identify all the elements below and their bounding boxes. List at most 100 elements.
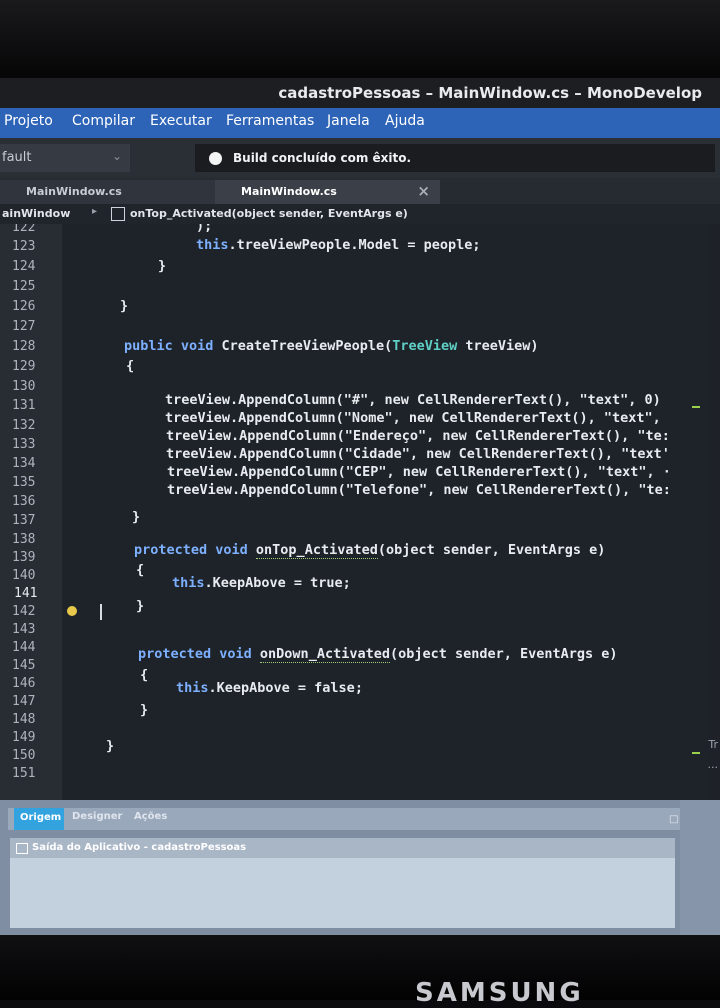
window-title: cadastroPessoas – MainWindow.cs – MonoDe…: [278, 84, 702, 102]
line-number: 127: [12, 319, 36, 334]
menu-ferramentas[interactable]: Ferramentas: [226, 113, 314, 129]
line-number: 122: [12, 224, 36, 235]
overview-marker: [692, 406, 700, 408]
line-number: 142: [12, 604, 36, 619]
line-number: 151: [12, 766, 36, 781]
line-number: 137: [12, 513, 36, 528]
chevron-down-icon: ⌄: [111, 149, 122, 163]
code-line-136: treeView.AppendColumn("Telefone", new Ce…: [167, 482, 671, 498]
monitor-bezel-top: [0, 0, 720, 80]
build-config-value: fault: [2, 150, 32, 165]
tab-label: MainWindow.cs: [241, 185, 337, 198]
code-text: (object sender, EventArgs e): [377, 542, 606, 558]
tab-label: MainWindow.cs: [26, 185, 122, 198]
build-status-text: Build concluído com êxito.: [233, 151, 412, 165]
line-number: 135: [12, 475, 36, 490]
code-line-135: treeView.AppendColumn("CEP", new CellRen…: [167, 464, 671, 480]
method-name: onTop_Activated: [255, 542, 378, 559]
line-number: 149: [12, 730, 36, 745]
code-text: (object sender, EventArgs e): [389, 646, 618, 662]
code-text: .treeViewPeople.Model = people;: [228, 237, 481, 253]
method-name: onDown_Activated: [259, 646, 390, 663]
menu-janela[interactable]: Janela: [327, 113, 370, 129]
keyword-this: this: [172, 575, 205, 591]
monitor-bezel-bottom: [0, 935, 720, 1000]
line-number: 125: [12, 279, 36, 294]
line-number: 130: [12, 379, 36, 394]
keyword-protected-void: protected void: [138, 646, 260, 662]
breadcrumb-method[interactable]: onTop_Activated(object sender, EventArgs…: [130, 207, 408, 220]
code-line-146: {: [140, 667, 149, 683]
menu-ajuda[interactable]: Ajuda: [385, 113, 425, 129]
code-text: .KeepAbove = true;: [204, 575, 351, 591]
method-icon: [111, 207, 125, 221]
code-line-128: public void CreateTreeViewPeople(TreeVie…: [124, 338, 539, 354]
status-dot-icon: [209, 152, 222, 165]
code-line-126: }: [120, 298, 129, 314]
code-line-134: treeView.AppendColumn("Cidade", new Cell…: [166, 446, 670, 462]
tab-origem[interactable]: Origem: [14, 808, 64, 830]
menu-compilar[interactable]: Compilar: [72, 113, 135, 129]
tab-label: Origem: [20, 812, 62, 823]
lightbulb-icon[interactable]: [67, 606, 77, 616]
line-number: 128: [12, 339, 36, 354]
line-number-gutter: 122 123 124 125 126 127 128 129 130 131 …: [0, 224, 62, 800]
output-pad-body[interactable]: [10, 858, 675, 928]
editor-mode-tabs: Origem Designer Ações: [8, 808, 698, 830]
code-line-123: this.treeViewPeople.Model = people;: [196, 237, 480, 253]
tab-mainwindow-1[interactable]: MainWindow.cs: [0, 180, 215, 204]
menu-executar[interactable]: Executar: [150, 113, 212, 129]
type-name: TreeView: [392, 338, 458, 354]
code-line-142: }: [136, 598, 145, 614]
code-line-148: }: [140, 702, 149, 718]
line-number: 147: [12, 694, 36, 709]
menu-bar: Projeto Compilar Executar Ferramentas Ja…: [0, 108, 720, 138]
code-line-124: }: [158, 258, 167, 274]
side-panel-fragment: Tr: [708, 738, 718, 751]
toolbar: fault ⌄ Build concluído com êxito.: [0, 138, 720, 178]
code-line-140: {: [136, 562, 145, 578]
bottom-panel: Origem Designer Ações □ × Saída do Aplic…: [0, 800, 720, 938]
line-number: 126: [12, 299, 36, 314]
code-line-139: protected void onTop_Activated(object se…: [134, 542, 606, 559]
code-editor[interactable]: 122 123 124 125 126 127 128 129 130 131 …: [0, 224, 710, 800]
code-line-147: this.KeepAbove = false;: [176, 680, 363, 696]
line-number: 139: [12, 550, 36, 565]
line-number: 132: [12, 418, 36, 433]
breadcrumb-class[interactable]: ainWindow: [2, 207, 70, 220]
line-number: 143: [12, 622, 36, 637]
code-line-141: this.KeepAbove = true;: [172, 575, 351, 591]
ide-window: cadastroPessoas – MainWindow.cs – MonoDe…: [0, 78, 720, 938]
title-bar: cadastroPessoas – MainWindow.cs – MonoDe…: [0, 78, 720, 108]
code-line-122: );: [196, 224, 213, 234]
menu-projeto[interactable]: Projeto: [4, 113, 53, 129]
line-number: 133: [12, 437, 36, 452]
line-number: 150: [12, 748, 36, 763]
tab-designer[interactable]: Designer: [72, 811, 122, 822]
line-number: 136: [12, 494, 36, 509]
line-number: 146: [12, 676, 36, 691]
code-text: .KeepAbove = false;: [208, 680, 363, 696]
close-icon[interactable]: ×: [417, 182, 430, 200]
breadcrumb-arrow-icon: ▸: [92, 206, 98, 217]
line-number: 145: [12, 658, 36, 673]
build-config-select[interactable]: fault ⌄: [0, 144, 130, 172]
line-number: 129: [12, 359, 36, 374]
tab-mainwindow-2[interactable]: MainWindow.cs ×: [215, 180, 440, 204]
line-number: 134: [12, 456, 36, 471]
code-line-129: {: [126, 358, 135, 374]
code-line-133: treeView.AppendColumn("Endereço", new Ce…: [166, 428, 670, 444]
keyword-this: this: [196, 237, 229, 253]
monitor-brand-logo: SAMSUNG: [415, 978, 584, 1008]
output-window-icon: [16, 843, 28, 854]
line-number-current: 141: [14, 586, 38, 601]
output-pad-title: Saída do Aplicativo - cadastroPessoas: [10, 838, 675, 858]
code-line-131: treeView.AppendColumn("#", new CellRende…: [165, 392, 661, 408]
line-number: 138: [12, 532, 36, 547]
tab-acoes[interactable]: Ações: [134, 811, 167, 822]
keyword-protected-void: protected void: [134, 542, 256, 558]
text-cursor: [100, 604, 102, 620]
build-status-box: Build concluído com êxito.: [195, 144, 715, 172]
keyword-public-void: public void: [124, 338, 222, 354]
keyword-this: this: [176, 680, 209, 696]
